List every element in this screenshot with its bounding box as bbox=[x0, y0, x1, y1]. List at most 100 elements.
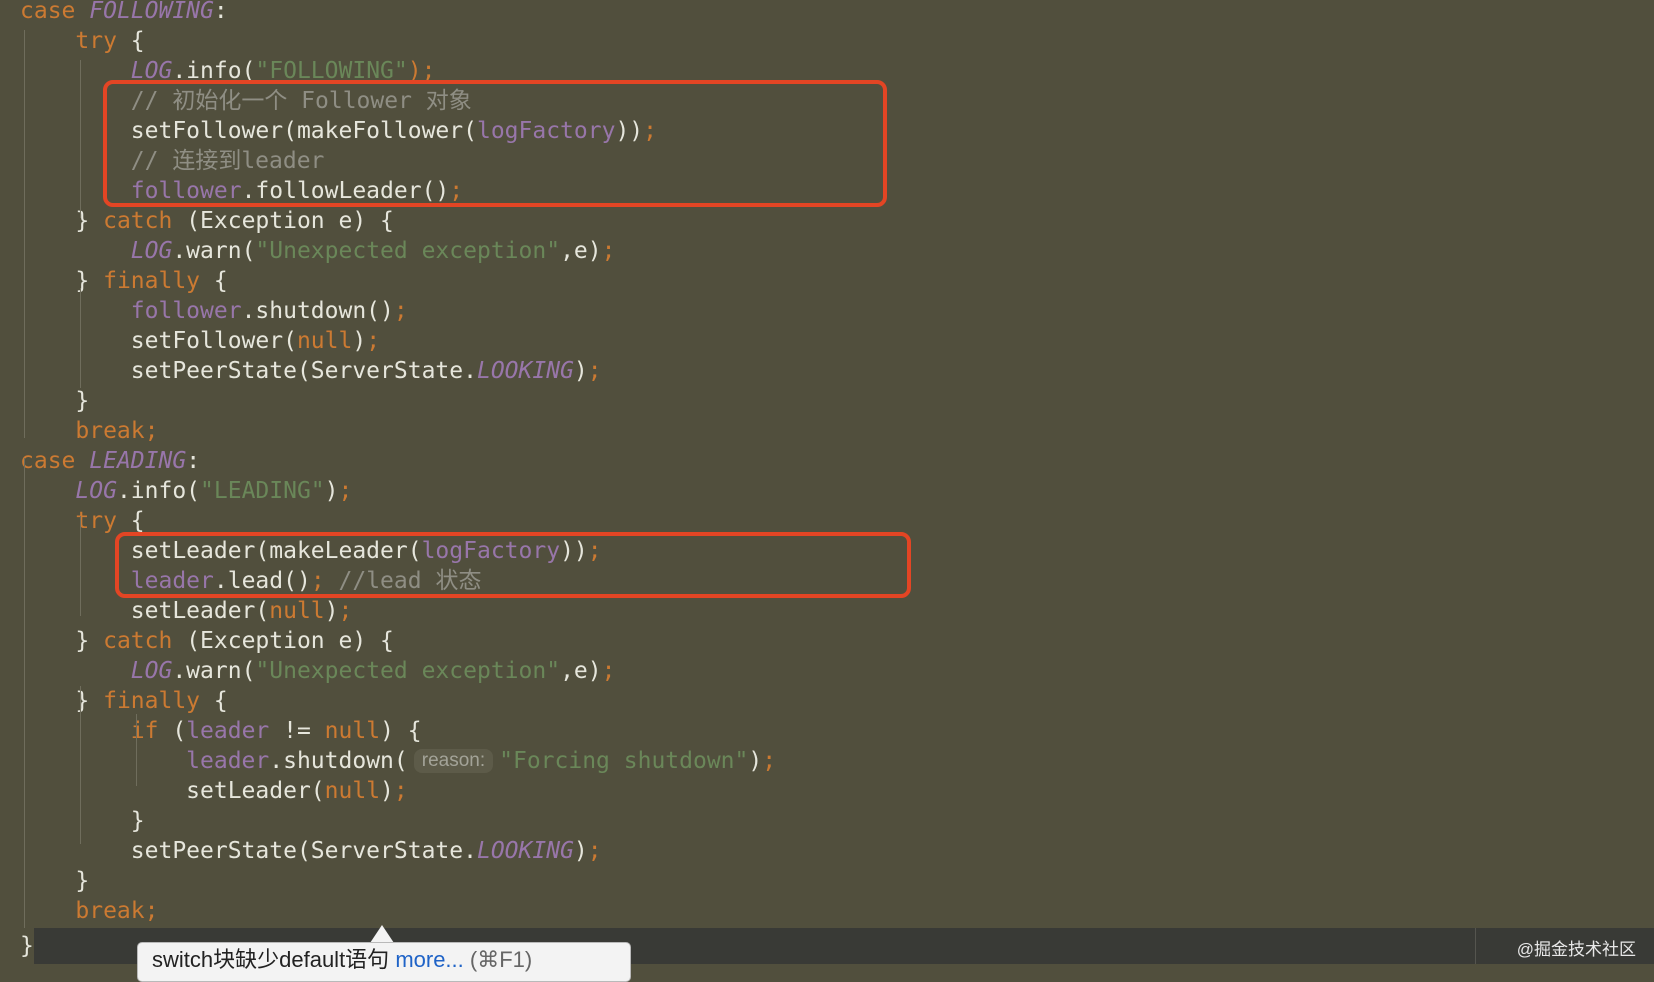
code-token: break; bbox=[75, 898, 159, 924]
code-token: ; bbox=[601, 658, 616, 684]
code-line[interactable]: try { bbox=[20, 26, 145, 56]
code-line[interactable]: } bbox=[20, 806, 145, 836]
code-token: finally bbox=[103, 688, 214, 714]
code-line[interactable]: setLeader(null); bbox=[20, 596, 353, 626]
code-token: ,e) bbox=[560, 658, 602, 684]
indent-guide-leading-finally bbox=[80, 686, 81, 844]
watermark: @掘金技术社区 bbox=[1516, 940, 1636, 959]
inspection-tooltip: switch块缺少default语句 more... (⌘F1) bbox=[137, 942, 631, 982]
code-line[interactable]: } bbox=[20, 866, 89, 896]
code-line[interactable]: break; bbox=[20, 896, 158, 926]
code-token: break; bbox=[75, 418, 159, 444]
code-token: ; bbox=[587, 358, 602, 384]
code-token: finally bbox=[103, 268, 214, 294]
code-token: } bbox=[75, 868, 90, 894]
code-token: ; bbox=[393, 298, 408, 324]
code-line[interactable]: setPeerState(ServerState.LOOKING); bbox=[20, 356, 602, 386]
code-token: ; bbox=[338, 478, 353, 504]
code-token: (Exception e) { bbox=[186, 208, 394, 234]
code-token: ) bbox=[573, 358, 588, 384]
code-token: ) bbox=[352, 328, 367, 354]
code-token: ; bbox=[762, 748, 777, 774]
code-line[interactable]: case LEADING: bbox=[20, 446, 200, 476]
code-token: LEADING bbox=[89, 448, 187, 474]
code-token: "LEADING" bbox=[200, 478, 325, 504]
code-token: ; bbox=[338, 598, 353, 624]
code-token: } bbox=[75, 628, 104, 654]
code-line[interactable]: setLeader(null); bbox=[20, 776, 408, 806]
code-line[interactable]: } catch (Exception e) { bbox=[20, 626, 394, 656]
code-token: { bbox=[130, 508, 145, 534]
code-token: case bbox=[20, 0, 90, 24]
code-line[interactable]: case FOLLOWING: bbox=[20, 0, 228, 26]
tooltip-text: switch块缺少default语句 bbox=[152, 947, 390, 972]
code-line[interactable]: } finally { bbox=[20, 686, 228, 716]
code-token: LOG bbox=[130, 658, 173, 684]
code-line[interactable]: leader.shutdown(reason: "Forcing shutdown… bbox=[20, 746, 776, 776]
code-token: .info( bbox=[116, 478, 201, 504]
indent-guide-leading-try bbox=[80, 516, 81, 616]
code-token: catch bbox=[103, 208, 187, 234]
code-token: ) { bbox=[380, 718, 422, 744]
code-token: FOLLOWING bbox=[89, 0, 214, 24]
code-token: ; bbox=[587, 838, 602, 864]
code-line[interactable]: follower.shutdown(); bbox=[20, 296, 408, 326]
code-token: "Unexpected exception" bbox=[255, 238, 561, 264]
code-token: setLeader( bbox=[186, 778, 325, 804]
code-token: "Unexpected exception" bbox=[255, 658, 561, 684]
code-token: try bbox=[75, 508, 131, 534]
code-token: ; bbox=[366, 328, 381, 354]
code-token: setPeerState(ServerState. bbox=[130, 358, 477, 384]
code-token: : bbox=[213, 0, 228, 24]
code-token: ,e) bbox=[560, 238, 602, 264]
code-token: .shutdown( bbox=[269, 748, 408, 774]
code-token: .warn( bbox=[172, 658, 256, 684]
code-token: ) bbox=[324, 598, 339, 624]
code-token: setLeader( bbox=[130, 598, 270, 624]
code-token: setFollower( bbox=[130, 328, 297, 354]
code-line[interactable]: LOG.warn("Unexpected exception",e); bbox=[20, 656, 616, 686]
code-line[interactable]: } finally { bbox=[20, 266, 228, 296]
code-line[interactable]: LOG.warn("Unexpected exception",e); bbox=[20, 236, 616, 266]
code-line[interactable]: break; bbox=[20, 416, 158, 446]
code-token: != bbox=[269, 718, 325, 744]
code-line[interactable]: setFollower(null); bbox=[20, 326, 380, 356]
code-token: ) bbox=[380, 778, 394, 804]
tooltip-shortcut: (⌘F1) bbox=[469, 947, 533, 972]
code-token: (Exception e) { bbox=[186, 628, 394, 654]
indent-guide-if-block bbox=[136, 714, 137, 786]
code-token: { bbox=[130, 28, 145, 54]
code-line[interactable]: } catch (Exception e) { bbox=[20, 206, 394, 236]
code-token: LOG bbox=[75, 478, 117, 504]
code-token: "Forcing shutdown" bbox=[499, 748, 749, 774]
code-token: leader bbox=[186, 748, 270, 774]
code-line[interactable]: LOG.info("LEADING"); bbox=[20, 476, 352, 506]
code-token: ) bbox=[573, 838, 588, 864]
strip-divider bbox=[1475, 928, 1476, 964]
code-line[interactable]: } bbox=[20, 386, 89, 416]
code-token: { bbox=[213, 268, 228, 294]
code-token: : bbox=[186, 448, 201, 474]
code-token: { bbox=[213, 688, 228, 714]
tooltip-more-link[interactable]: more... bbox=[395, 947, 463, 972]
highlight-box-leader-init bbox=[115, 532, 911, 598]
indent-guide-following-finally bbox=[80, 288, 81, 388]
code-token: null bbox=[269, 598, 325, 624]
code-line[interactable]: setPeerState(ServerState.LOOKING); bbox=[20, 836, 602, 866]
code-token: .shutdown() bbox=[241, 298, 394, 324]
